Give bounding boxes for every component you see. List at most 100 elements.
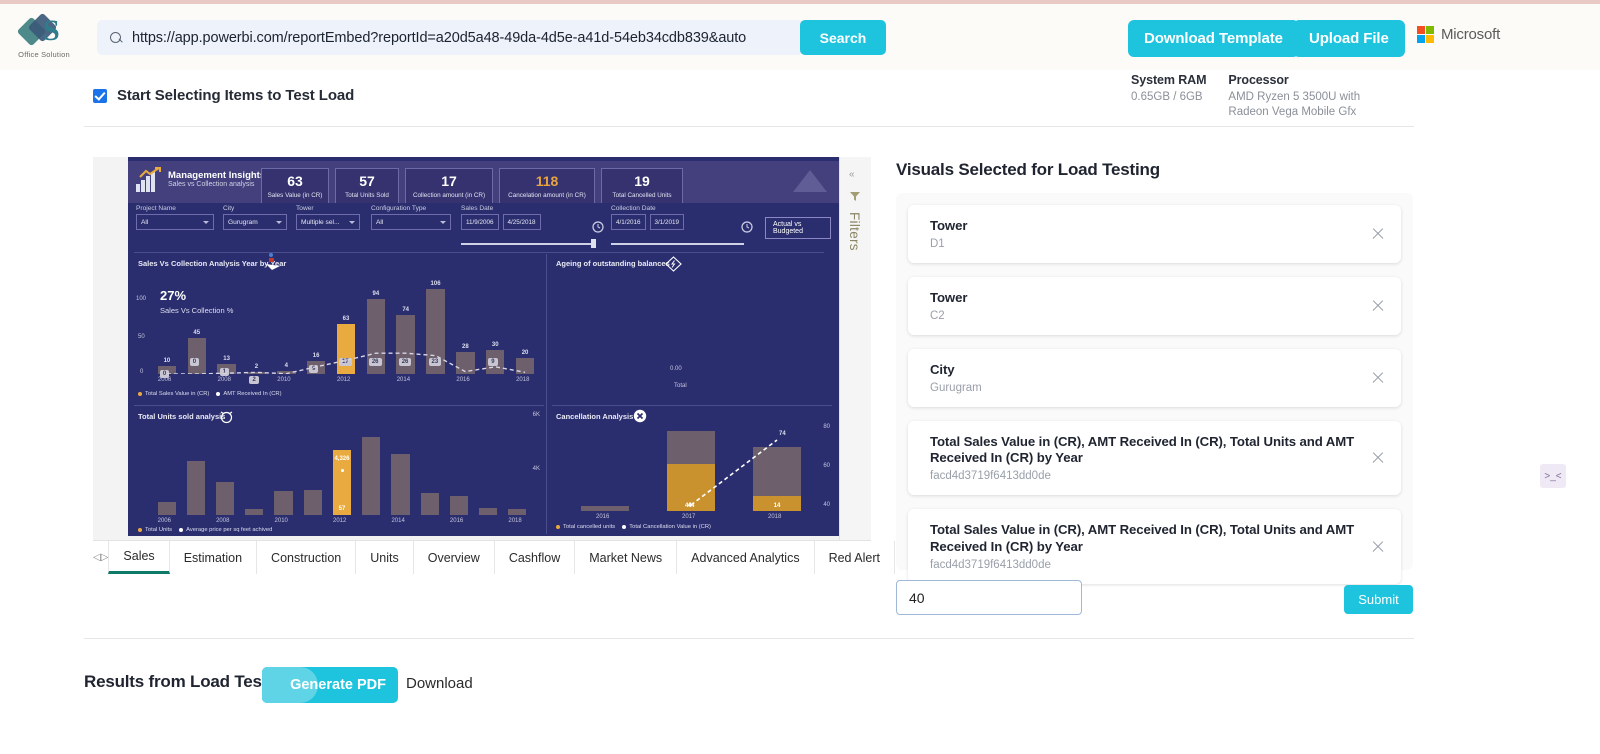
powerbi-canvas[interactable]: Management Insights Sales vs Collection … <box>128 157 839 536</box>
date-from[interactable]: 4/1/2016 <box>611 214 646 230</box>
chart-bar[interactable] <box>479 507 498 515</box>
edge-widget-icon[interactable]: >_< <box>1540 464 1566 488</box>
actual-vs-budgeted-button[interactable]: Actual vs Budgeted <box>765 217 831 239</box>
tab-red-alert[interactable]: Red Alert <box>815 541 895 574</box>
chart-bar[interactable] <box>247 372 266 374</box>
generate-pdf-button[interactable]: Generate PDF <box>262 667 398 703</box>
download-template-button[interactable]: Download Template <box>1128 20 1299 57</box>
x-tick: 2008 <box>217 377 231 383</box>
chart-bar[interactable] <box>336 323 356 374</box>
remove-visual-icon[interactable] <box>1371 299 1385 313</box>
chart-bar[interactable] <box>277 370 296 374</box>
visuals-selected-list: Tower D1 Tower C2 City Gurugram Total Sales Va… <box>896 193 1413 584</box>
tab-market-news[interactable]: Market News <box>575 541 678 574</box>
tab-cashflow[interactable]: Cashflow <box>495 541 576 574</box>
date-to[interactable]: 4/25/2018 <box>502 214 541 230</box>
chart-line-label: 74 <box>779 431 786 437</box>
date-to[interactable]: 3/1/2019 <box>649 214 685 230</box>
tab-next-icon[interactable]: ▷ <box>101 552 109 563</box>
upload-file-button[interactable]: Upload File <box>1293 20 1405 57</box>
chart-highlight-dot <box>340 469 344 473</box>
kpi-cancelation-amount[interactable]: 118 Cancelation amount (in CR) <box>499 168 595 204</box>
chart-bar[interactable] <box>274 491 293 515</box>
url-input-wrapper[interactable]: https://app.powerbi.com/reportEmbed?repo… <box>97 20 803 55</box>
chart-bar[interactable] <box>362 437 381 515</box>
kpi-total-cancelled-units[interactable]: 19 Total Cancelled Units <box>601 168 683 204</box>
chart-sales-vs-collection[interactable]: Sales Vs Collection Analysis Year by Yea… <box>134 253 544 397</box>
date-from[interactable]: 11/9/2006 <box>461 214 499 230</box>
chart-bar[interactable] <box>391 454 410 515</box>
download-link[interactable]: Download <box>406 675 473 692</box>
slicer-collection-date[interactable]: Collection Date 4/1/2016 3/1/2019 <box>611 205 741 230</box>
x-tick: 2012 <box>337 377 351 383</box>
chart-legend: Total cancelled units Total Cancellation… <box>556 524 711 530</box>
url-input[interactable]: https://app.powerbi.com/reportEmbed?repo… <box>132 30 746 46</box>
chart-title: Ageing of outstanding balances <box>556 259 670 268</box>
tab-advanced-analytics[interactable]: Advanced Analytics <box>677 541 815 574</box>
chart-bar[interactable] <box>508 509 527 515</box>
start-selecting-label: Start Selecting Items to Test Load <box>117 87 355 104</box>
date-reset-icon[interactable] <box>740 219 754 234</box>
chart-total-units-sold[interactable]: Total Units sold analysis 6K 4K 4,326 57 … <box>134 409 544 534</box>
date-reset-icon[interactable] <box>591 219 605 234</box>
powerbi-embed[interactable]: Management Insights Sales vs Collection … <box>93 157 871 540</box>
kpi-collection-amount[interactable]: 17 Collection amount (in CR) <box>405 168 493 204</box>
kpi-sales-value[interactable]: 63 Sales Value (in CR) <box>261 168 329 204</box>
kpi-total-units-sold[interactable]: 57 Total Units Sold <box>335 168 399 204</box>
tab-estimation[interactable]: Estimation <box>170 541 258 574</box>
date-from-value: 11/9/2006 <box>466 218 494 226</box>
start-selecting-row[interactable]: Start Selecting Items to Test Load <box>93 87 354 104</box>
slicer-city[interactable]: City Gurugram <box>223 205 287 230</box>
chart-bar[interactable] <box>187 338 207 374</box>
load-count-input[interactable] <box>896 580 1082 615</box>
search-button[interactable]: Search <box>800 20 886 55</box>
tab-sales[interactable]: Sales <box>108 541 170 574</box>
chart-bar-label: 94 <box>372 290 380 297</box>
chart-line-label: 44 <box>685 503 692 509</box>
sales-date-slider-knob[interactable] <box>591 239 596 248</box>
slicer-tower[interactable]: Tower Multiple sel... <box>296 205 360 230</box>
tab-units[interactable]: Units <box>356 541 414 574</box>
visual-subtitle: D1 <box>930 238 945 251</box>
chart-bar[interactable] <box>245 508 264 515</box>
chart-cancellation-analysis[interactable]: Cancellation Analysis 80 60 40 44 14 44 74 … <box>552 409 832 534</box>
chart-bar[interactable] <box>449 495 468 515</box>
remove-visual-icon[interactable] <box>1371 540 1385 554</box>
visuals-panel-title: Visuals Selected for Load Testing <box>896 160 1160 179</box>
chart-ageing-outstanding[interactable]: Ageing of outstanding balances 0.00 Tota… <box>552 256 832 396</box>
tab-nav-arrows[interactable]: ◁ ▷ <box>93 541 108 574</box>
system-ram-title: System RAM <box>1131 73 1207 87</box>
chart-plot-area: 44 14 44 74 <box>562 425 820 511</box>
processor-value-line2: Radeon Vega Mobile Gfx <box>1228 105 1357 118</box>
chart-bar-label: 20 <box>521 350 529 356</box>
slicer-sales-date[interactable]: Sales Date 11/9/2006 4/25/2018 <box>461 205 591 230</box>
logo-caption: Office Solution <box>18 50 70 59</box>
chevron-down-icon <box>276 220 282 224</box>
chart-bar[interactable] <box>303 489 322 515</box>
close-circle-icon[interactable] <box>633 409 647 423</box>
tab-prev-icon[interactable]: ◁ <box>93 552 101 563</box>
chart-bar[interactable] <box>420 493 439 515</box>
start-selecting-checkbox[interactable] <box>93 88 107 103</box>
collection-date-slider-track[interactable] <box>611 243 744 245</box>
remove-visual-icon[interactable] <box>1371 451 1385 465</box>
slicer-project-name[interactable]: Project Name All <box>136 205 214 230</box>
report-tabs[interactable]: ◁ ▷ Sales Estimation Construction Units Over… <box>93 540 945 574</box>
chart-bar[interactable] <box>157 501 176 515</box>
chart-bar[interactable] <box>456 351 475 374</box>
remove-visual-icon[interactable] <box>1371 227 1385 241</box>
tab-list[interactable]: Sales Estimation Construction Units Overview… <box>108 541 945 574</box>
submit-button[interactable]: Submit <box>1344 585 1413 614</box>
kpi-value: 17 <box>441 172 457 189</box>
remove-visual-icon[interactable] <box>1371 371 1385 385</box>
sales-date-slider-track[interactable] <box>461 243 596 245</box>
kpi-value: 118 <box>535 172 559 189</box>
tab-overview[interactable]: Overview <box>414 541 495 574</box>
chart-bar[interactable] <box>186 461 205 515</box>
filters-rail[interactable]: « Filters <box>839 157 871 540</box>
chart-bar[interactable] <box>216 482 235 515</box>
tab-construction[interactable]: Construction <box>257 541 357 574</box>
chevron-left-icon[interactable]: « <box>849 169 855 180</box>
chart-bar[interactable] <box>515 358 535 374</box>
slicer-configuration-type[interactable]: Configuration Type All <box>371 205 451 230</box>
